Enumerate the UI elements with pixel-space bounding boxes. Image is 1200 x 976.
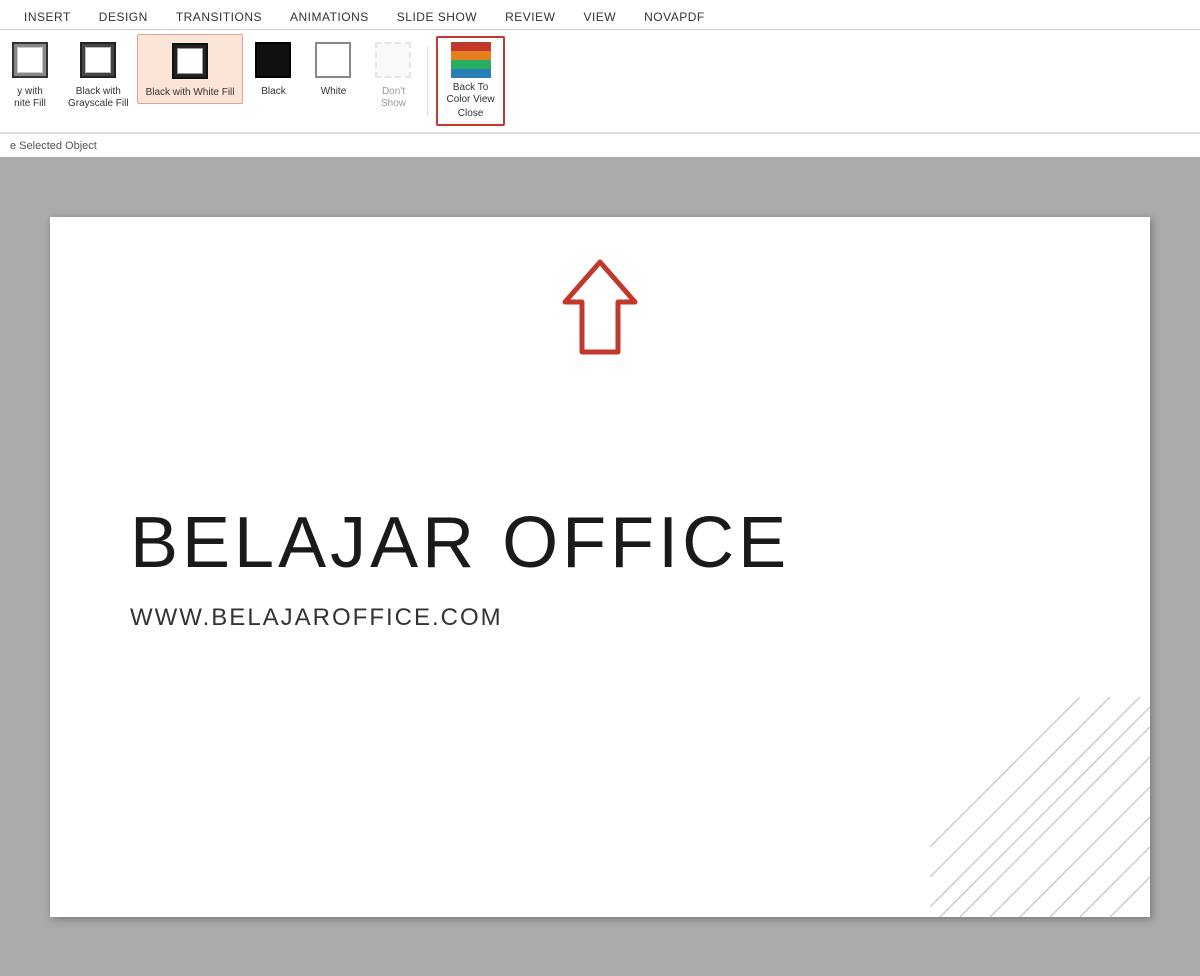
- tab-transitions[interactable]: TRANSITIONS: [162, 5, 276, 29]
- tab-bar: INSERT DESIGN TRANSITIONS ANIMATIONS SLI…: [0, 0, 1200, 30]
- slide-title: BELAJAR OFFICE: [130, 502, 1070, 584]
- btn-back-color-view[interactable]: Back To Color View Close: [436, 36, 504, 126]
- btn-black[interactable]: Black: [243, 34, 303, 102]
- btn-black-grayscale[interactable]: Black withGrayscale Fill: [60, 34, 137, 114]
- gray-white-fill-icon: [8, 38, 52, 82]
- dont-show-icon: [371, 38, 415, 82]
- btn-gray-white-label: y withnite Fill: [14, 86, 46, 110]
- ribbon-toolbar: y withnite Fill Black withGrayscale Fill…: [0, 30, 1200, 132]
- black-grayscale-icon: [76, 38, 120, 82]
- tab-review[interactable]: REVIEW: [491, 5, 569, 29]
- btn-dont-show[interactable]: Don'tShow: [363, 34, 423, 114]
- tab-insert[interactable]: INSERT: [10, 5, 85, 29]
- ribbon-separator: [427, 46, 428, 116]
- slide-canvas: BELAJAR OFFICE WWW.BELAJAROFFICE.COM: [50, 217, 1150, 917]
- stripe-red: [451, 42, 491, 51]
- stripe-teal: [451, 60, 491, 69]
- black-icon: [251, 38, 295, 82]
- btn-black-label: Black: [261, 86, 285, 98]
- btn-black-white-fill[interactable]: Black with White Fill: [137, 34, 244, 104]
- btn-white-label: White: [321, 86, 347, 98]
- status-text: e Selected Object: [10, 140, 97, 152]
- arrow-up-icon: [560, 257, 640, 357]
- slide-subtitle: WWW.BELAJAROFFICE.COM: [130, 604, 1070, 632]
- stripe-blue: [451, 69, 491, 78]
- arrow-up-container: [560, 257, 640, 362]
- btn-black-grayscale-label: Black withGrayscale Fill: [68, 86, 129, 110]
- tab-slideshow[interactable]: SLIDE SHOW: [383, 5, 491, 29]
- decorative-lines: [930, 697, 1150, 917]
- ribbon-container: INSERT DESIGN TRANSITIONS ANIMATIONS SLI…: [0, 0, 1200, 133]
- tab-view[interactable]: VIEW: [569, 5, 630, 29]
- black-white-fill-icon: [168, 39, 212, 83]
- slide-area: BELAJAR OFFICE WWW.BELAJAROFFICE.COM: [0, 157, 1200, 976]
- status-bar: e Selected Object: [0, 133, 1200, 157]
- btn-black-white-label: Black with White Fill: [146, 87, 235, 99]
- btn-white[interactable]: White: [303, 34, 363, 102]
- back-color-label: Back To Color View: [446, 82, 494, 106]
- tab-design[interactable]: DESIGN: [85, 5, 162, 29]
- color-stripes-icon: [451, 42, 491, 78]
- back-color-close-label: Close: [458, 108, 484, 120]
- btn-gray-with-white[interactable]: y withnite Fill: [0, 34, 60, 114]
- app-window: INSERT DESIGN TRANSITIONS ANIMATIONS SLI…: [0, 0, 1200, 976]
- tab-animations[interactable]: ANIMATIONS: [276, 5, 383, 29]
- btn-dont-show-label: Don'tShow: [381, 86, 406, 110]
- tab-novapdf[interactable]: novaPDF: [630, 5, 719, 29]
- stripe-orange: [451, 51, 491, 60]
- white-icon: [311, 38, 355, 82]
